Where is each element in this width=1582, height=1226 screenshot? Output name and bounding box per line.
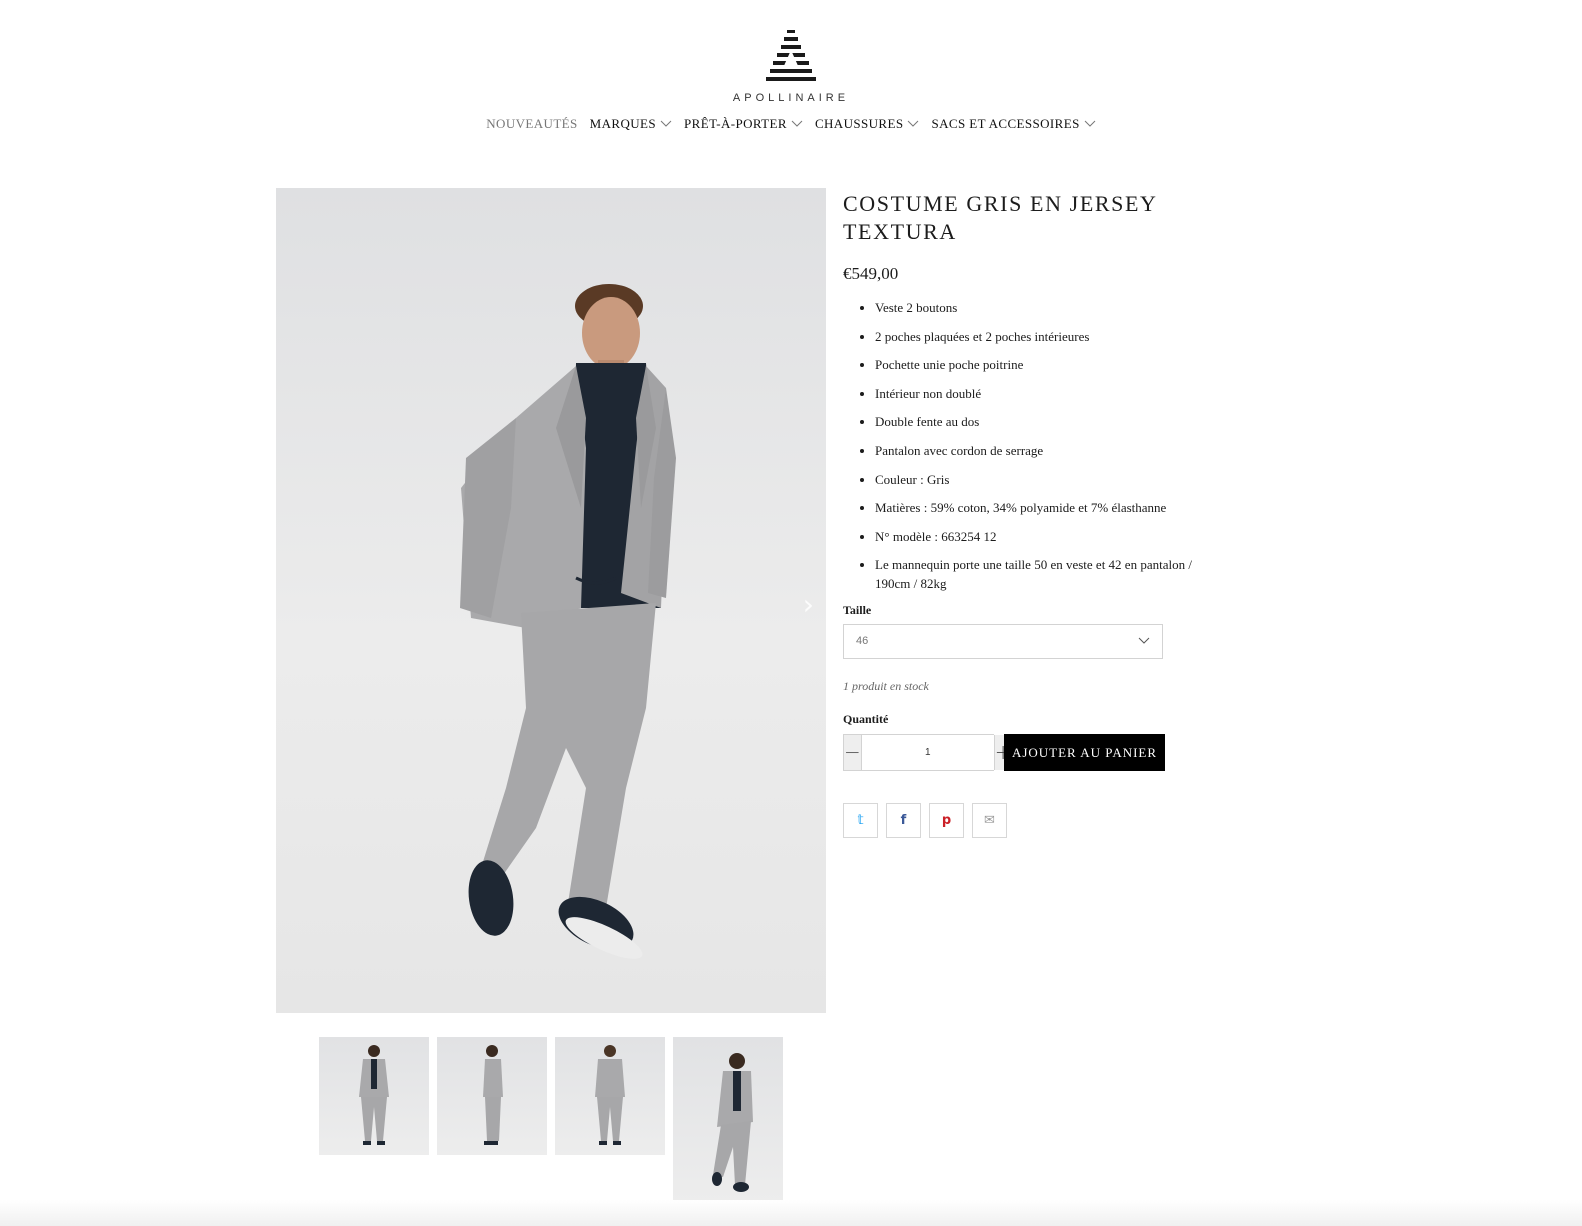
list-item: 2 poches plaquées et 2 poches intérieure… <box>875 327 1213 346</box>
feature-list: Veste 2 boutons 2 poches plaquées et 2 p… <box>843 298 1213 593</box>
chevron-down-icon <box>660 120 672 127</box>
list-item: Double fente au dos <box>875 412 1213 431</box>
size-select[interactable]: 46 <box>843 623 1163 659</box>
thumbnail-image <box>595 1045 625 1145</box>
quantity-input[interactable] <box>860 734 995 770</box>
thumbnail-strip <box>319 1037 783 1202</box>
list-item: Le mannequin porte une taille 50 en vest… <box>875 555 1213 593</box>
thumbnail-image <box>483 1045 503 1145</box>
list-item: Matières : 59% coton, 34% polyamide et 7… <box>875 498 1213 517</box>
twitter-icon[interactable]: 𝕥 <box>843 802 878 838</box>
site-logo[interactable]: APOLLINAIRE <box>0 28 1582 104</box>
thumbnail-image <box>712 1053 753 1192</box>
thumbnail-back[interactable] <box>555 1037 665 1155</box>
next-image-arrow[interactable]: › <box>803 588 814 621</box>
model-photo <box>460 284 676 959</box>
share-buttons: 𝕥 f p ✉ <box>843 802 1213 838</box>
thumbnail-pose[interactable] <box>673 1037 783 1202</box>
nav-item-pret-a-porter[interactable]: PRÊT-À-PORTER <box>684 116 803 132</box>
page-bottom-edge <box>0 1200 1582 1226</box>
nav-item-chaussures[interactable]: CHAUSSURES <box>815 116 920 132</box>
email-icon[interactable]: ✉ <box>972 802 1007 838</box>
chevron-down-icon <box>1138 638 1150 645</box>
chevron-down-icon <box>1084 120 1096 127</box>
add-to-cart-button[interactable]: AJOUTER AU PANIER <box>1004 733 1165 771</box>
stock-status: 1 produit en stock <box>843 678 929 693</box>
thumbnail-image <box>359 1045 389 1145</box>
nav-item-label: NOUVEAUTÉS <box>486 116 578 131</box>
facebook-icon[interactable]: f <box>886 802 921 838</box>
minus-icon[interactable]: − <box>844 734 861 770</box>
product-info: COSTUME GRIS EN JERSEY TEXTURA €549,00 V… <box>843 190 1213 838</box>
chevron-down-icon <box>908 120 919 127</box>
list-item: Veste 2 boutons <box>875 298 1213 317</box>
nav-item-label: CHAUSSURES <box>814 116 904 131</box>
product-price: €549,00 <box>843 264 899 283</box>
thumbnail-front[interactable] <box>319 1037 429 1155</box>
main-nav: NOUVEAUTÉS MARQUES PRÊT-À-PORTER CHAUSSU… <box>0 116 1582 132</box>
list-item: Pochette unie poche poitrine <box>875 355 1213 374</box>
size-label: Taille <box>843 602 872 617</box>
nav-item-label: PRÊT-À-PORTER <box>684 116 787 131</box>
list-item: Intérieur non doublé <box>875 384 1213 403</box>
size-selected-value: 46 <box>856 635 869 648</box>
striped-a-logo-icon <box>766 30 816 81</box>
chevron-down-icon <box>791 120 803 127</box>
product-main-image[interactable]: › <box>276 188 826 1013</box>
nav-item-nouveautes[interactable]: NOUVEAUTÉS <box>486 116 577 132</box>
quantity-stepper: − + <box>843 733 1012 771</box>
nav-item-label: SACS ET ACCESSOIRES <box>931 116 1080 131</box>
quantity-label: Quantité <box>843 711 889 726</box>
nav-item-marques[interactable]: MARQUES <box>590 116 672 132</box>
product-title: COSTUME GRIS EN JERSEY TEXTURA <box>843 191 1157 244</box>
list-item: Pantalon avec cordon de serrage <box>875 441 1213 460</box>
pinterest-icon[interactable]: p <box>929 802 964 838</box>
list-item: Couleur : Gris <box>875 470 1213 489</box>
list-item: N° modèle : 663254 12 <box>875 527 1213 546</box>
nav-item-label: MARQUES <box>589 116 657 131</box>
nav-item-sacs-et-accessoires[interactable]: SACS ET ACCESSOIRES <box>931 116 1096 132</box>
buy-row: − + AJOUTER AU PANIER <box>843 733 1213 771</box>
thumbnail-side[interactable] <box>437 1037 547 1155</box>
brand-name: APOLLINAIRE <box>732 92 850 104</box>
